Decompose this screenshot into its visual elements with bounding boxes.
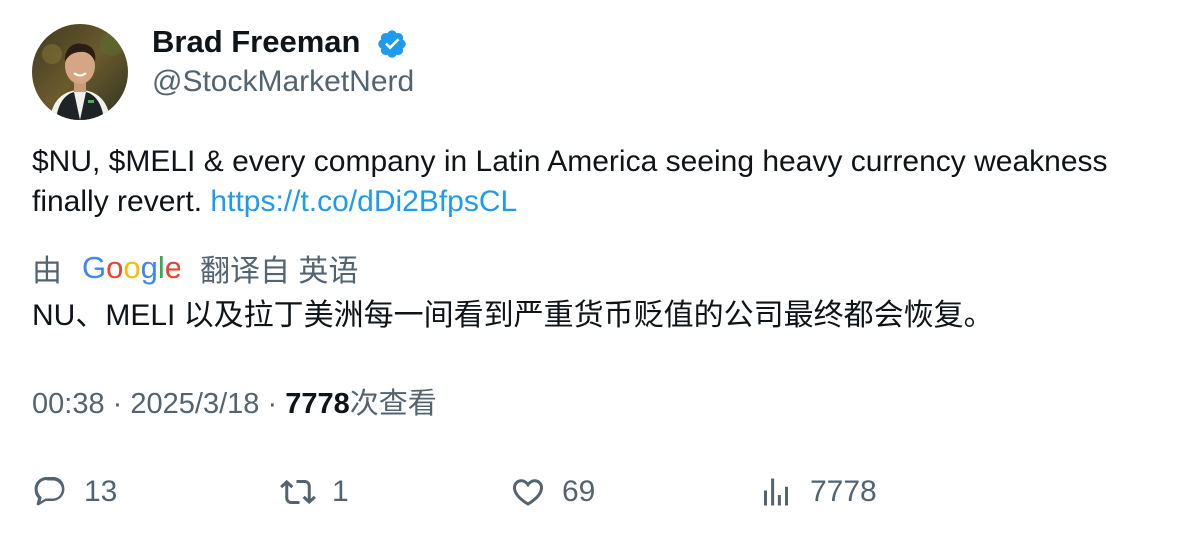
- translation-from-label[interactable]: 翻译自 英语: [200, 246, 358, 290]
- like-count: 69: [562, 475, 596, 508]
- reply-button[interactable]: 13: [32, 470, 117, 514]
- meta-separator: ·: [112, 388, 123, 420]
- like-button[interactable]: 69: [510, 470, 595, 514]
- views-action-count: 7778: [810, 475, 877, 508]
- avatar[interactable]: [32, 24, 128, 120]
- meta-separator: ·: [267, 388, 278, 420]
- author-handle[interactable]: @StockMarketNerd: [152, 62, 414, 102]
- tweet-time[interactable]: 00:38: [32, 388, 105, 420]
- reply-count: 13: [84, 475, 118, 508]
- author-name[interactable]: Brad Freeman: [152, 22, 360, 62]
- views-count: 7778: [285, 388, 350, 420]
- heart-icon: [512, 479, 544, 506]
- tweet-text: $NU, $MELI & every company in Latin Amer…: [32, 142, 1112, 222]
- translation-by-label: 由: [32, 255, 62, 288]
- views-label: 次查看: [349, 388, 437, 420]
- reply-icon: [34, 477, 65, 506]
- analytics-icon: [764, 478, 788, 506]
- retweet-button[interactable]: 1: [280, 470, 349, 514]
- svg-text:Google: Google: [82, 250, 180, 285]
- tweet-date[interactable]: 2025/3/18: [130, 388, 259, 420]
- retweet-icon: [280, 479, 316, 505]
- verified-badge-icon[interactable]: [376, 28, 408, 60]
- google-logo[interactable]: Google: [82, 248, 180, 288]
- tweet-meta: 00:38 · 2025/3/18 · 7778次查看: [32, 384, 437, 424]
- tweet-body: $NU, $MELI & every company in Latin Amer…: [32, 145, 1108, 218]
- translation-attribution: 由 Google 翻译自 英语: [32, 248, 358, 288]
- translated-text: NU、MELI 以及拉丁美洲每一间看到严重货币贬值的公司最终都会恢复。: [32, 299, 994, 332]
- views-button[interactable]: 7778: [758, 470, 877, 514]
- retweet-count: 1: [332, 475, 349, 508]
- tweet-link[interactable]: https://t.co/dDi2BfpsCL: [210, 185, 517, 218]
- action-bar: 13 1 69 7778: [0, 470, 1196, 514]
- avatar-photo: [32, 24, 128, 120]
